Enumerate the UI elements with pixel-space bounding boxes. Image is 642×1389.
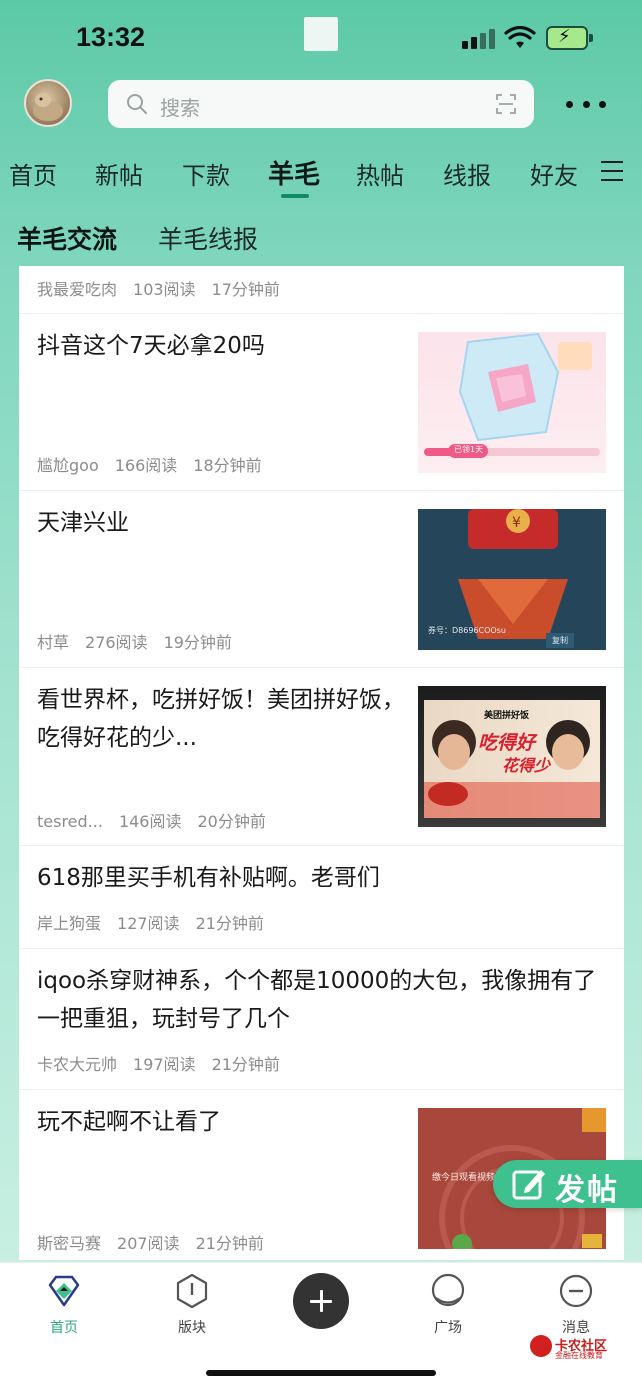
subtab-wool-tips[interactable]: 羊毛线报 (158, 220, 258, 256)
status-bar: 13:32 ⚡ (0, 0, 642, 70)
nav-home-label: 首页 (50, 1320, 78, 1336)
thumb-caption: 已领1天 (454, 445, 484, 454)
post-title[interactable]: 看世界杯，吃拼好饭！美团拼好饭，吃得好花的少... (37, 681, 407, 757)
wifi-icon (504, 26, 536, 48)
post-reads: 276阅读 (85, 633, 148, 652)
post-time: 21分钟前 (195, 914, 264, 933)
status-time: 13:32 (76, 22, 146, 52)
section-icon (176, 1273, 208, 1309)
post-author[interactable]: 我最爱吃肉 (37, 280, 117, 299)
brand-logo-icon (530, 1335, 552, 1357)
post-reads: 207阅读 (117, 1234, 180, 1253)
post-title[interactable]: iqoo杀穿财神系，个个都是10000的大包，我像拥有了一把重狙，玩封号了几个 (37, 962, 612, 1038)
thumb-code: 券号：D8696COOsu (428, 626, 506, 635)
post-meta: tesred... 146阅读 20分钟前 (37, 808, 282, 832)
thumb-caption: 缴今日观看视频 (432, 1173, 496, 1183)
post-thumbnail[interactable]: ¥ 券号：D8696COOsu 复制 (418, 509, 606, 650)
post-reads: 197阅读 (133, 1055, 196, 1074)
post-feed[interactable]: 我最爱吃肉 103阅读 17分钟前 抖音这个7天必拿20吗 尴尬goo 166阅读 18… (19, 266, 624, 1260)
post-meta: 卡农大元帅 197阅读 21分钟前 (37, 1051, 296, 1075)
plaza-icon (431, 1273, 465, 1307)
status-indicator (304, 17, 338, 51)
list-item[interactable]: 看世界杯，吃拼好饭！美团拼好饭，吃得好花的少... tesred... 146阅读… (19, 668, 624, 846)
list-item[interactable]: iqoo杀穿财神系，个个都是10000的大包，我像拥有了一把重狙，玩封号了几个 … (19, 949, 624, 1090)
tab-friends[interactable]: 好友 (530, 156, 578, 191)
post-time: 19分钟前 (163, 633, 232, 652)
post-author[interactable]: tesred... (37, 812, 103, 831)
avatar[interactable] (24, 79, 72, 127)
post-time: 21分钟前 (195, 1234, 264, 1253)
watermark-subtitle: 金融在线教育 (555, 1351, 603, 1360)
search-input[interactable]: 搜索 (108, 80, 534, 128)
search-icon (127, 94, 147, 114)
post-meta: 我最爱吃肉 103阅读 17分钟前 (37, 276, 296, 300)
post-meta: 岸上狗蛋 127阅读 21分钟前 (37, 910, 280, 934)
top-tabs: 首页 新帖 下款 羊毛 热帖 线报 好友 (0, 150, 600, 200)
create-post-plus-icon[interactable] (293, 1273, 349, 1329)
tab-loans[interactable]: 下款 (182, 156, 230, 191)
tab-tips[interactable]: 线报 (443, 156, 491, 191)
post-author[interactable]: 尴尬goo (37, 456, 99, 475)
post-button-label: 发帖 (555, 1173, 619, 1208)
post-reads: 127阅读 (117, 914, 180, 933)
menu-icon[interactable] (601, 160, 625, 182)
post-title[interactable]: 抖音这个7天必拿20吗 (37, 327, 397, 365)
post-author[interactable]: 斯密马赛 (37, 1234, 101, 1253)
tab-hot-posts[interactable]: 热帖 (356, 156, 404, 191)
scan-icon[interactable] (496, 94, 516, 114)
post-meta: 村草 276阅读 19分钟前 (37, 629, 248, 653)
thumb-brand: 美团拼好饭 (484, 711, 530, 721)
thumb-copy-button: 复制 (546, 633, 574, 648)
list-item[interactable]: 天津兴业 村草 276阅读 19分钟前 ¥ 券号：D8696COOsu 复制 (19, 491, 624, 668)
post-author[interactable]: 村草 (37, 633, 69, 652)
post-title[interactable]: 玩不起啊不让看了 (37, 1103, 397, 1141)
post-button[interactable]: 发帖 (493, 1160, 642, 1208)
message-icon (559, 1274, 593, 1308)
nav-messages-label: 消息 (562, 1320, 590, 1336)
post-reads: 146阅读 (118, 812, 182, 831)
nav-plaza-label: 广场 (434, 1320, 462, 1336)
tab-home[interactable]: 首页 (9, 156, 57, 191)
post-meta: 尴尬goo 166阅读 18分钟前 (37, 452, 278, 476)
nav-sections-label: 版块 (178, 1320, 206, 1336)
post-author[interactable]: 卡农大元帅 (37, 1055, 117, 1074)
subtab-wool-exchange[interactable]: 羊毛交流 (17, 220, 117, 256)
active-tab-indicator (281, 194, 309, 198)
tab-new-posts[interactable]: 新帖 (95, 156, 143, 191)
svg-text:¥: ¥ (512, 515, 521, 531)
post-meta: 斯密马赛 207阅读 21分钟前 (37, 1230, 280, 1254)
post-reads: 166阅读 (114, 456, 178, 475)
home-diamond-icon (48, 1275, 80, 1307)
thumb-slogan-2: 花得少 (502, 756, 551, 775)
post-time: 17分钟前 (211, 280, 280, 299)
more-options-icon[interactable] (566, 94, 606, 114)
list-item[interactable]: 抖音这个7天必拿20吗 尴尬goo 166阅读 18分钟前 已领1天 (19, 314, 624, 491)
post-thumbnail[interactable]: 已领1天 (418, 332, 606, 473)
battery-icon: ⚡ (546, 26, 594, 50)
post-reads: 103阅读 (133, 280, 196, 299)
post-title[interactable]: 天津兴业 (37, 504, 397, 542)
search-placeholder: 搜索 (160, 96, 200, 120)
thumb-slogan-1: 吃得好 (478, 732, 536, 754)
tab-wool[interactable]: 羊毛 (268, 154, 320, 191)
post-time: 21分钟前 (211, 1055, 280, 1074)
nav-plaza[interactable]: 广场 (418, 1273, 478, 1337)
nav-messages[interactable]: 消息 (546, 1273, 606, 1337)
post-time: 18分钟前 (193, 456, 262, 475)
list-item[interactable]: 我最爱吃肉 103阅读 17分钟前 (19, 266, 624, 314)
home-indicator[interactable] (206, 1370, 436, 1376)
post-thumbnail[interactable]: 美团拼好饭 吃得好 花得少 (418, 686, 606, 827)
brand-watermark: 卡农社区 金融在线教育 (530, 1335, 620, 1361)
edit-icon (512, 1170, 545, 1200)
cellular-signal-icon (462, 29, 496, 49)
post-title[interactable]: 618那里买手机有补贴啊。老哥们 (37, 859, 607, 897)
nav-home[interactable]: 首页 (34, 1273, 94, 1337)
nav-sections[interactable]: 版块 (162, 1273, 222, 1337)
list-item[interactable]: 618那里买手机有补贴啊。老哥们 岸上狗蛋 127阅读 21分钟前 (19, 846, 624, 949)
post-author[interactable]: 岸上狗蛋 (37, 914, 101, 933)
post-time: 20分钟前 (197, 812, 266, 831)
